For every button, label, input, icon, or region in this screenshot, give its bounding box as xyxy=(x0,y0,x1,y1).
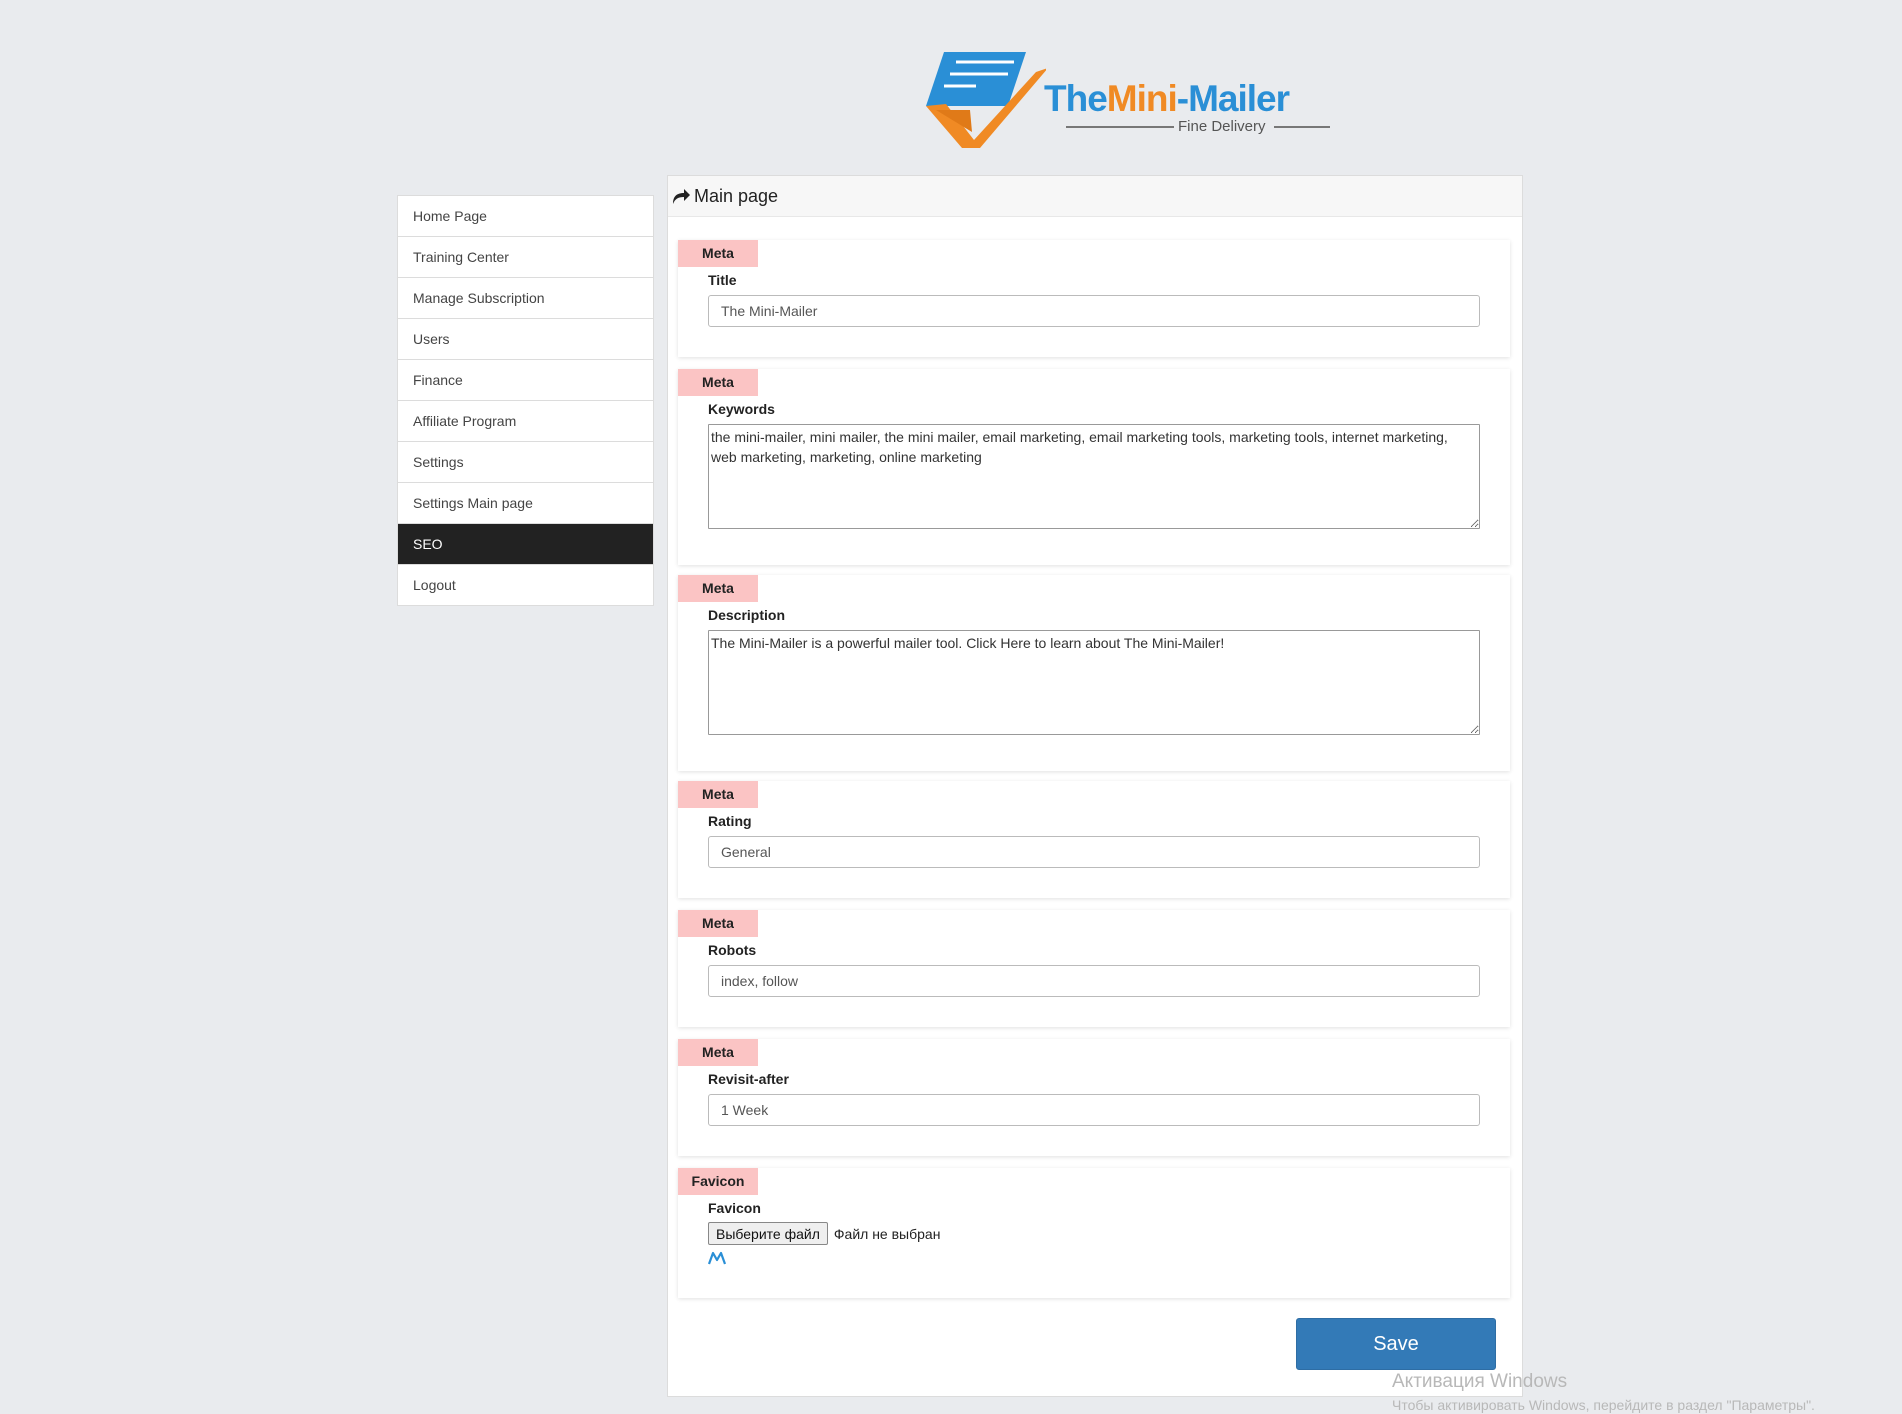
file-input: Выберите файл Файл не выбран xyxy=(708,1222,940,1245)
meta-badge: Meta xyxy=(678,240,758,267)
sidebar-item-settings[interactable]: Settings xyxy=(398,442,653,483)
sidebar-item-home-page[interactable]: Home Page xyxy=(398,196,653,237)
save-button[interactable]: Save xyxy=(1296,1318,1496,1370)
brand-name: TheMini-Mailer xyxy=(1044,78,1290,120)
sidebar-item-finance[interactable]: Finance xyxy=(398,360,653,401)
revisit-label: Revisit-after xyxy=(708,1071,789,1087)
description-textarea[interactable]: The Mini-Mailer is a powerful mailer too… xyxy=(708,630,1480,735)
meta-revisit-card: Meta Revisit-after xyxy=(678,1039,1510,1156)
sidebar-nav: Home Page Training Center Manage Subscri… xyxy=(397,195,654,606)
meta-robots-card: Meta Robots xyxy=(678,910,1510,1027)
windows-activation-title: Активация Windows xyxy=(1392,1371,1568,1392)
revisit-input[interactable] xyxy=(708,1094,1480,1126)
brand-name-part1: The xyxy=(1044,78,1108,119)
rating-label: Rating xyxy=(708,813,752,829)
brand-logo: TheMini-Mailer Fine Delivery xyxy=(926,44,1332,148)
favicon-badge: Favicon xyxy=(678,1168,758,1195)
keywords-textarea[interactable]: the mini-mailer, mini mailer, the mini m… xyxy=(708,424,1480,529)
mini-mailer-m-icon xyxy=(708,1251,726,1265)
meta-title-card: Meta Title xyxy=(678,240,1510,357)
windows-activation-subtitle: Чтобы активировать Windows, перейдите в … xyxy=(1392,1397,1815,1413)
meta-badge: Meta xyxy=(678,910,758,937)
meta-rating-card: Meta Rating xyxy=(678,781,1510,898)
panel-title: Main page xyxy=(694,185,779,206)
checkmark-envelope-icon xyxy=(926,52,1046,148)
brand-name-part3: -Mailer xyxy=(1176,78,1290,119)
robots-input[interactable] xyxy=(708,965,1480,997)
favicon-label: Favicon xyxy=(708,1200,761,1216)
keywords-label: Keywords xyxy=(708,401,775,417)
sidebar-item-affiliate-program[interactable]: Affiliate Program xyxy=(398,401,653,442)
brand-tagline: Fine Delivery xyxy=(1178,118,1266,135)
panel-header: Main page xyxy=(668,176,1522,217)
sidebar-item-manage-subscription[interactable]: Manage Subscription xyxy=(398,278,653,319)
meta-badge: Meta xyxy=(678,369,758,396)
tagline-divider xyxy=(1274,126,1330,128)
meta-description-card: Meta Description The Mini-Mailer is a po… xyxy=(678,575,1510,771)
rating-input[interactable] xyxy=(708,836,1480,868)
sidebar-item-users[interactable]: Users xyxy=(398,319,653,360)
brand-name-part2: Mini xyxy=(1106,78,1178,119)
share-arrow-icon xyxy=(673,189,690,204)
meta-badge: Meta xyxy=(678,781,758,808)
title-input[interactable] xyxy=(708,295,1480,327)
meta-badge: Meta xyxy=(678,1039,758,1066)
tagline-divider xyxy=(1066,126,1174,128)
sidebar-item-training-center[interactable]: Training Center xyxy=(398,237,653,278)
sidebar-item-settings-main-page[interactable]: Settings Main page xyxy=(398,483,653,524)
title-label: Title xyxy=(708,272,737,288)
sidebar-item-logout[interactable]: Logout xyxy=(398,565,653,605)
description-label: Description xyxy=(708,607,786,623)
sidebar-item-seo[interactable]: SEO xyxy=(398,524,653,565)
robots-label: Robots xyxy=(708,942,757,958)
seo-panel: Main page Meta Title Meta Keywords the m… xyxy=(667,175,1523,1397)
choose-file-button[interactable]: Выберите файл xyxy=(708,1222,828,1245)
meta-badge: Meta xyxy=(678,575,758,602)
file-status-text: Файл не выбран xyxy=(833,1225,941,1242)
meta-keywords-card: Meta Keywords the mini-mailer, mini mail… xyxy=(678,369,1510,565)
favicon-card: Favicon Favicon Выберите файл Файл не вы… xyxy=(678,1168,1510,1298)
